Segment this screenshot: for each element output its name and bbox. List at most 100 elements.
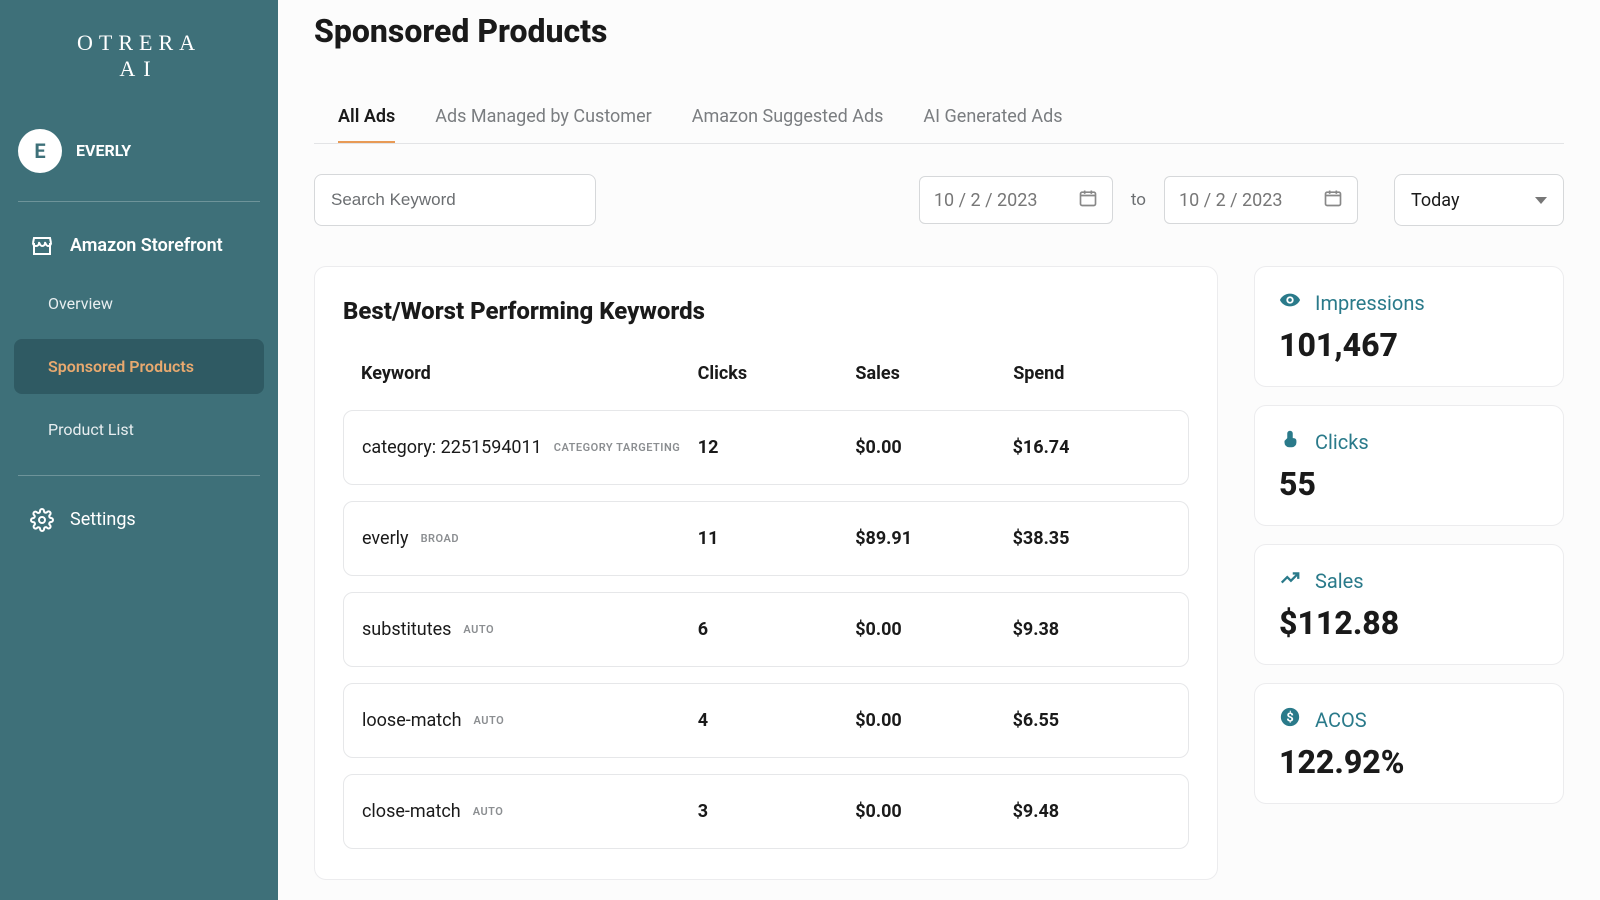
clicks-value: 4	[698, 710, 855, 731]
avatar: E	[18, 129, 62, 173]
stats-column: Impressions 101,467 Clicks 55	[1254, 266, 1564, 880]
sidebar-item-label: Sponsored Products	[48, 357, 194, 376]
date-from-value: 10 / 2 / 2023	[934, 190, 1038, 211]
svg-text:$: $	[1286, 711, 1293, 726]
keyword-name: close-match	[362, 801, 461, 822]
sidebar-item-label: Product List	[48, 420, 134, 439]
brand-line2: AI	[14, 56, 264, 82]
sales-value: $0.00	[855, 710, 1012, 731]
stat-label: Clicks	[1315, 430, 1369, 454]
spend-value: $38.35	[1013, 528, 1170, 549]
stat-label: Impressions	[1315, 291, 1425, 315]
sidebar: OTRERA AI E EVERLY Amazon Storefront Ove…	[0, 0, 278, 900]
stat-value: $112.88	[1279, 604, 1539, 642]
keyword-name: everly	[362, 528, 409, 549]
keyword-name: substitutes	[362, 619, 451, 640]
col-spend: Spend	[1013, 363, 1171, 384]
keyword-badge: CATEGORY TARGETING	[554, 441, 680, 454]
keywords-card: Best/Worst Performing Keywords Keyword C…	[314, 266, 1218, 880]
spend-value: $6.55	[1013, 710, 1170, 731]
sales-value: $0.00	[855, 437, 1012, 458]
calendar-icon	[1323, 188, 1343, 213]
keyword-badge: AUTO	[474, 714, 505, 727]
sidebar-item-sponsored-products[interactable]: Sponsored Products	[14, 339, 264, 394]
tabs: All Ads Ads Managed by Customer Amazon S…	[314, 92, 1564, 144]
sales-value: $0.00	[855, 801, 1012, 822]
table-row[interactable]: loose-match AUTO 4 $0.00 $6.55	[343, 683, 1189, 758]
table-row[interactable]: substitutes AUTO 6 $0.00 $9.38	[343, 592, 1189, 667]
clicks-value: 12	[698, 437, 855, 458]
sidebar-item-label: Overview	[48, 294, 113, 313]
stat-label: ACOS	[1315, 708, 1367, 732]
tab-all-ads[interactable]: All Ads	[338, 92, 395, 143]
clicks-value: 6	[698, 619, 855, 640]
sidebar-item-product-list[interactable]: Product List	[14, 402, 264, 457]
stat-impressions: Impressions 101,467	[1254, 266, 1564, 387]
keyword-cell: loose-match AUTO	[362, 710, 698, 731]
table-row[interactable]: category: 2251594011 CATEGORY TARGETING …	[343, 410, 1189, 485]
period-selected: Today	[1411, 190, 1459, 211]
sales-value: $0.00	[855, 619, 1012, 640]
keyword-badge: AUTO	[463, 623, 494, 636]
keyword-cell: category: 2251594011 CATEGORY TARGETING	[362, 437, 698, 458]
table-row[interactable]: everly BROAD 11 $89.91 $38.35	[343, 501, 1189, 576]
stat-sales: Sales $112.88	[1254, 544, 1564, 665]
storefront-icon	[30, 234, 54, 258]
stat-acos: $ ACOS 122.92%	[1254, 683, 1564, 804]
divider	[18, 475, 260, 476]
date-to-input[interactable]: 10 / 2 / 2023	[1164, 176, 1358, 224]
table-row[interactable]: close-match AUTO 3 $0.00 $9.48	[343, 774, 1189, 849]
user-name: EVERLY	[76, 141, 131, 160]
clicks-value: 11	[698, 528, 855, 549]
trending-up-icon	[1279, 567, 1301, 594]
col-sales: Sales	[855, 363, 1013, 384]
stat-value: 55	[1279, 465, 1539, 503]
brand-line1: OTRERA	[14, 30, 264, 56]
user-block[interactable]: E EVERLY	[14, 123, 264, 193]
spend-value: $9.38	[1013, 619, 1170, 640]
period-select[interactable]: Today	[1394, 174, 1564, 226]
keyword-cell: substitutes AUTO	[362, 619, 698, 640]
spend-value: $16.74	[1013, 437, 1170, 458]
spend-value: $9.48	[1013, 801, 1170, 822]
stat-label: Sales	[1315, 569, 1364, 593]
card-title: Best/Worst Performing Keywords	[343, 297, 1189, 325]
stat-value: 101,467	[1279, 326, 1539, 364]
col-clicks: Clicks	[698, 363, 856, 384]
content-row: Best/Worst Performing Keywords Keyword C…	[314, 266, 1564, 880]
page-title: Sponsored Products	[314, 12, 1564, 50]
sidebar-item-overview[interactable]: Overview	[14, 276, 264, 331]
main-content: Sponsored Products All Ads Ads Managed b…	[278, 0, 1600, 900]
stat-clicks: Clicks 55	[1254, 405, 1564, 526]
tab-amazon-suggested-ads[interactable]: Amazon Suggested Ads	[692, 92, 884, 143]
sidebar-item-storefront[interactable]: Amazon Storefront	[14, 220, 264, 272]
date-from-input[interactable]: 10 / 2 / 2023	[919, 176, 1113, 224]
divider	[18, 201, 260, 202]
table-header: Keyword Clicks Sales Spend	[343, 353, 1189, 394]
eye-icon	[1279, 289, 1301, 316]
chevron-down-icon	[1535, 197, 1547, 204]
sales-value: $89.91	[855, 528, 1012, 549]
date-to-value: 10 / 2 / 2023	[1179, 190, 1283, 211]
search-input[interactable]	[314, 174, 596, 226]
keyword-badge: BROAD	[421, 532, 459, 545]
tab-ai-generated-ads[interactable]: AI Generated Ads	[923, 92, 1062, 143]
gear-icon	[30, 508, 54, 532]
col-keyword: Keyword	[361, 363, 698, 384]
keyword-cell: everly BROAD	[362, 528, 698, 549]
calendar-icon	[1078, 188, 1098, 213]
touch-icon	[1279, 428, 1301, 455]
sidebar-item-settings[interactable]: Settings	[14, 494, 264, 546]
sidebar-item-label: Amazon Storefront	[70, 235, 223, 256]
date-to-label: to	[1131, 190, 1146, 210]
sidebar-item-label: Settings	[70, 509, 136, 530]
clicks-value: 3	[698, 801, 855, 822]
stat-value: 122.92%	[1279, 743, 1539, 781]
keyword-badge: AUTO	[473, 805, 504, 818]
brand-logo: OTRERA AI	[14, 30, 264, 83]
keyword-name: loose-match	[362, 710, 462, 731]
tab-ads-managed-by-customer[interactable]: Ads Managed by Customer	[435, 92, 651, 143]
dollar-circle-icon: $	[1279, 706, 1301, 733]
keyword-name: category: 2251594011	[362, 437, 542, 458]
keyword-cell: close-match AUTO	[362, 801, 698, 822]
